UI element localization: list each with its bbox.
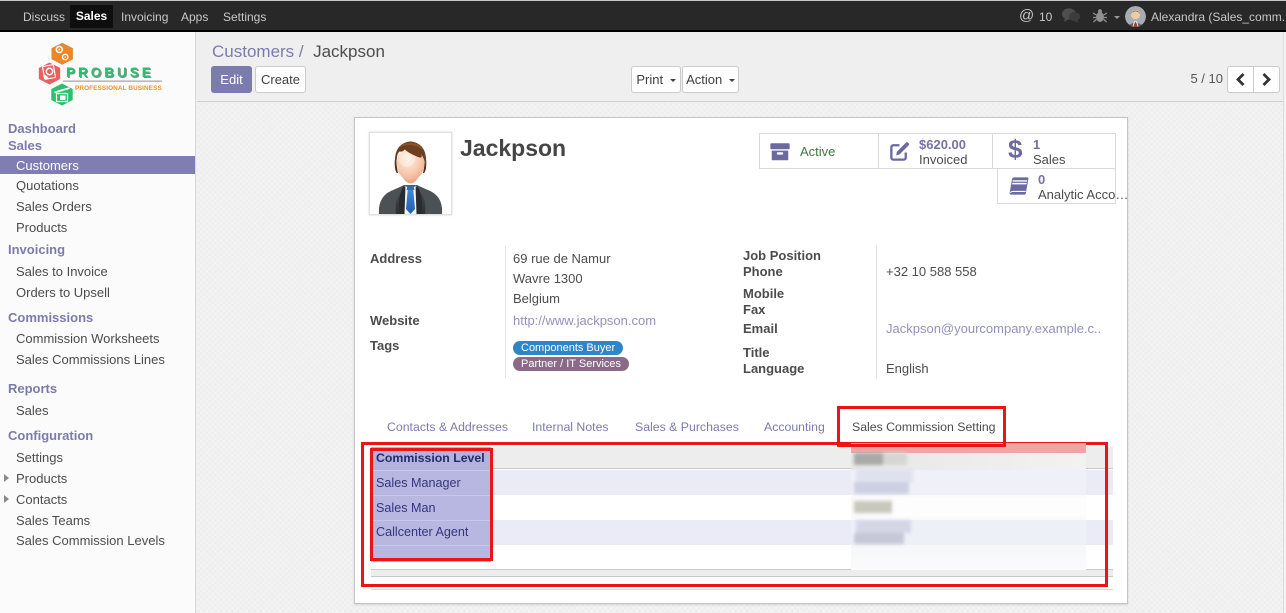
svg-text:PROFESSIONAL BUSINESS: PROFESSIONAL BUSINESS [75,85,162,92]
svg-text:PROBUSE: PROBUSE [66,65,154,80]
